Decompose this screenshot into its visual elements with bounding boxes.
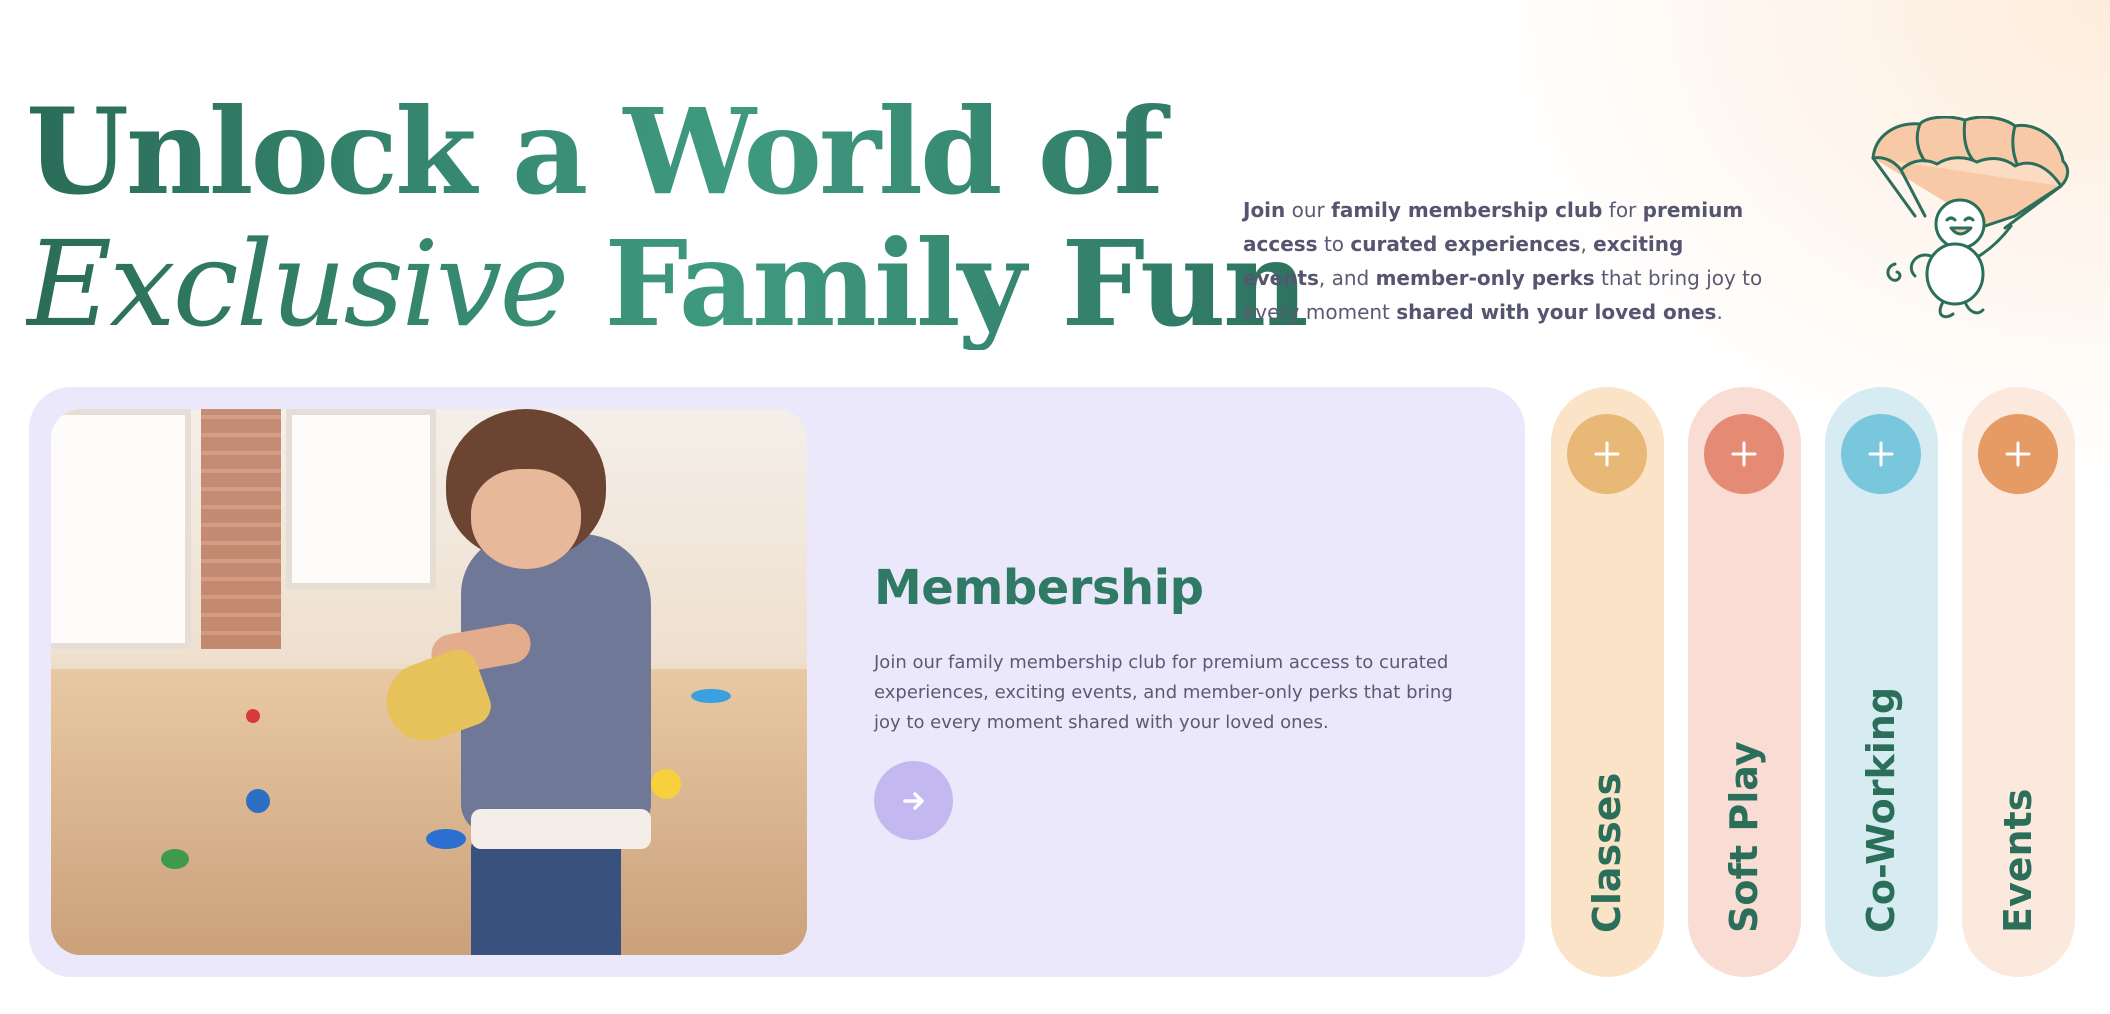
- pill-label-wrap: Co-Working: [1825, 433, 1938, 933]
- intro-bold: curated experiences: [1350, 232, 1581, 256]
- pill-label-wrap: Classes: [1551, 433, 1664, 933]
- photo-child-lace: [471, 809, 651, 849]
- membership-title: Membership: [874, 560, 1204, 616]
- category-pill-soft-play[interactable]: Soft Play: [1688, 387, 1801, 977]
- pill-label-wrap: Events: [1962, 433, 2075, 933]
- arrow-right-icon: [902, 791, 924, 810]
- intro-bold: Join: [1243, 198, 1286, 222]
- intro-bold: family membership club: [1331, 198, 1603, 222]
- pill-label-wrap: Soft Play: [1688, 433, 1801, 933]
- intro-text: our: [1285, 198, 1332, 222]
- intro-bold: shared with your loved ones: [1396, 300, 1717, 324]
- photo-toy: [426, 829, 466, 849]
- parachute-mascot-illustration: [1871, 116, 2070, 319]
- pill-label: Soft Play: [1722, 741, 1766, 933]
- membership-photo: [51, 409, 807, 955]
- intro-text: for: [1602, 198, 1643, 222]
- photo-brick-wall: [201, 409, 281, 649]
- headline-emphasis: Exclusive: [26, 215, 567, 353]
- intro-text: to: [1317, 232, 1351, 256]
- intro-text: , and: [1318, 266, 1376, 290]
- headline-line-2: Exclusive Family Fun: [26, 218, 1306, 350]
- category-pill-classes[interactable]: Classes: [1551, 387, 1664, 977]
- intro-text: ,: [1580, 232, 1594, 256]
- pill-label: Events: [1996, 788, 2040, 933]
- photo-child-face: [471, 469, 581, 569]
- page-headline: Unlock a World of Exclusive Family Fun: [26, 86, 1306, 350]
- membership-description: Join our family membership club for prem…: [874, 652, 1453, 733]
- intro-text: .: [1716, 300, 1723, 324]
- photo-window: [286, 409, 436, 589]
- membership-arrow-button[interactable]: [874, 761, 953, 840]
- photo-toy: [246, 789, 270, 813]
- photo-window: [51, 409, 191, 649]
- pill-label: Co-Working: [1859, 686, 1903, 933]
- intro-bold: member-only perks: [1375, 266, 1595, 290]
- category-pill-co-working[interactable]: Co-Working: [1825, 387, 1938, 977]
- headline-line-2-rest: Family Fun: [566, 214, 1306, 353]
- category-pill-events[interactable]: Events: [1962, 387, 2075, 977]
- photo-toy: [246, 709, 260, 723]
- headline-line-1: Unlock a World of: [26, 86, 1306, 218]
- photo-toy: [691, 689, 731, 703]
- photo-toy: [161, 849, 189, 869]
- photo-toy: [651, 769, 681, 799]
- photo-child-shirt: [461, 534, 651, 834]
- intro-paragraph: Join our family membership club for prem…: [1243, 193, 1763, 329]
- pill-label: Classes: [1585, 772, 1629, 933]
